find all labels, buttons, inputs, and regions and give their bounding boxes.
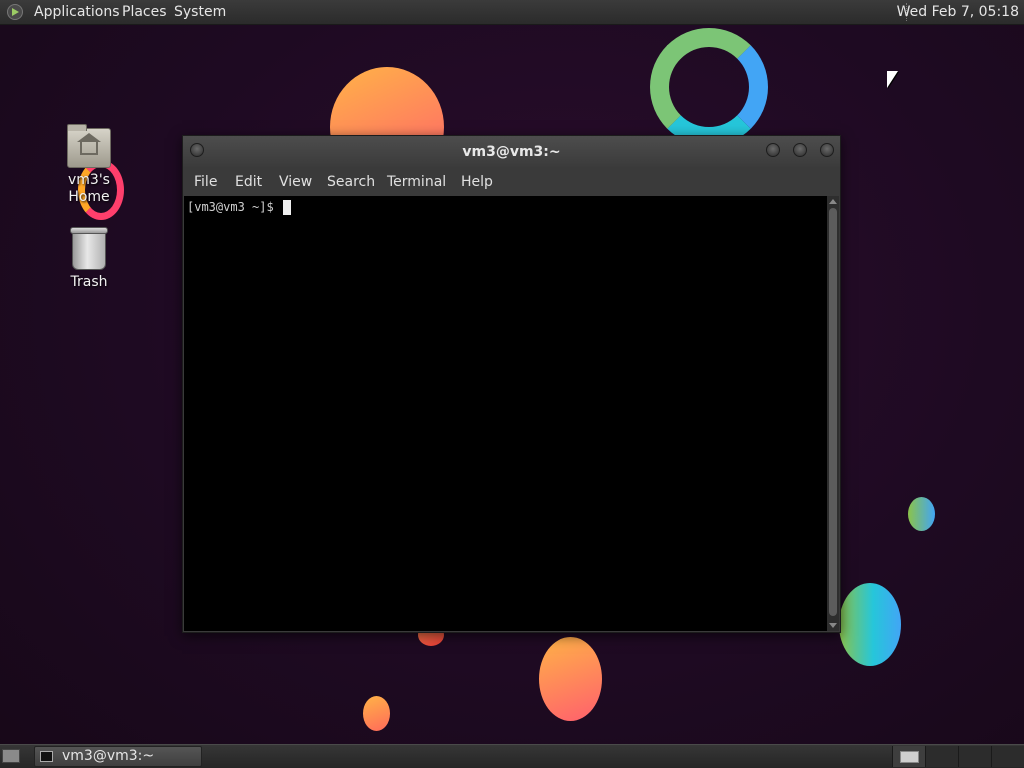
workspace-window-thumbnail [900, 751, 919, 763]
shell-prompt: [vm3@vm3 ~]$ [187, 200, 281, 214]
trash-icon [70, 227, 108, 270]
scroll-down-arrow-icon[interactable] [829, 623, 837, 628]
menu-applications[interactable]: Applications [34, 4, 120, 20]
text-cursor [282, 200, 291, 215]
show-desktop-icon[interactable] [2, 749, 20, 763]
menu-system[interactable]: System [174, 4, 226, 20]
clock[interactable]: Wed Feb 7, 05:18 [897, 4, 1019, 20]
menu-search[interactable]: Search [327, 174, 375, 190]
distro-logo-icon[interactable] [7, 4, 23, 20]
home-folder-icon [67, 124, 111, 168]
scroll-up-arrow-icon[interactable] [829, 199, 837, 204]
terminal-icon [40, 751, 53, 762]
window-titlebar[interactable]: vm3@vm3:~ [183, 136, 840, 167]
scroll-thumb[interactable] [829, 208, 837, 616]
terminal-area[interactable]: [vm3@vm3 ~]$ [184, 196, 827, 631]
terminal-window: vm3@vm3:~ File Edit View Search Terminal… [182, 135, 841, 633]
desktop-icon-home[interactable]: vm3's Home [46, 124, 132, 206]
menu-help[interactable]: Help [461, 174, 493, 190]
desktop-icon-label: vm3's Home [68, 172, 110, 205]
terminal-scrollbar[interactable] [827, 196, 839, 631]
house-icon [77, 133, 101, 155]
desktop-icon-trash[interactable]: Trash [46, 227, 132, 291]
window-title: vm3@vm3:~ [462, 144, 561, 160]
wallpaper-blob [363, 696, 390, 731]
menu-terminal[interactable]: Terminal [387, 174, 446, 190]
menu-edit[interactable]: Edit [235, 174, 262, 190]
workspace-1[interactable] [892, 746, 925, 767]
menu-view[interactable]: View [279, 174, 312, 190]
maximize-button[interactable] [793, 143, 807, 157]
wallpaper-blob [539, 637, 602, 721]
menu-places[interactable]: Places [122, 4, 167, 20]
window-menubar: File Edit View Search Terminal Help [183, 167, 840, 196]
close-button[interactable] [820, 143, 834, 157]
mouse-pointer-icon [887, 71, 898, 88]
workspace-3[interactable] [958, 746, 991, 767]
taskbar-button-terminal[interactable]: vm3@vm3:~ [34, 746, 202, 767]
menu-file[interactable]: File [194, 174, 217, 190]
wallpaper-blob [908, 497, 935, 531]
prompt-line: [vm3@vm3 ~]$ [187, 200, 291, 215]
desktop-icon-label: Trash [70, 274, 108, 290]
taskbar-label: vm3@vm3:~ [62, 748, 155, 764]
workspace-2[interactable] [925, 746, 958, 767]
top-panel: Applications Places System Wed Feb 7, 05… [0, 0, 1024, 25]
wallpaper-ring [650, 28, 768, 146]
workspace-4[interactable] [991, 746, 1024, 767]
minimize-button[interactable] [766, 143, 780, 157]
bottom-panel: vm3@vm3:~ [0, 744, 1024, 768]
wallpaper-blob [839, 583, 901, 666]
